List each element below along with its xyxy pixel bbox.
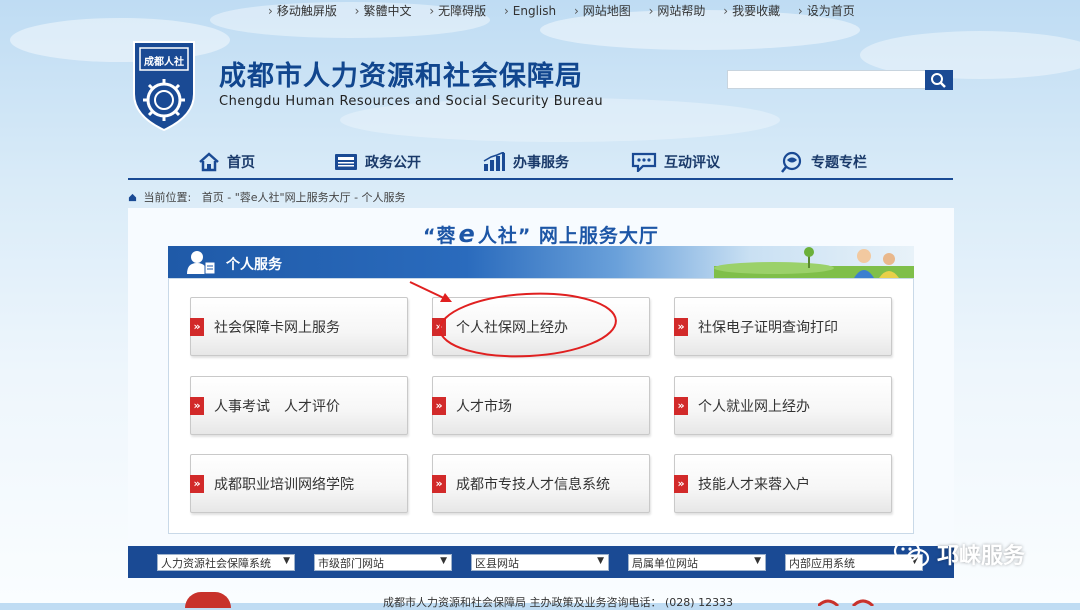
double-chevron-icon: » xyxy=(674,317,688,336)
select-municipal-sites[interactable]: 市级部门网站 ▼ xyxy=(314,554,452,571)
dropdown-arrow-icon: ▼ xyxy=(283,556,290,566)
select-label: 市级部门网站 xyxy=(318,556,384,570)
double-chevron-icon: » xyxy=(190,396,204,415)
hall-title: “蓉e 人社” 网上服务大厅 xyxy=(128,220,954,248)
section-label: 个人服务 xyxy=(226,257,282,273)
dropdown-arrow-icon: ▼ xyxy=(440,556,447,566)
bar-chart-icon xyxy=(483,152,505,171)
service-label: 社会保障卡网上服务 xyxy=(214,319,340,336)
service-label: 人事考试 人才评价 xyxy=(214,398,340,415)
search-button[interactable] xyxy=(925,70,953,90)
link-mobile[interactable]: 移动触屏版 xyxy=(277,4,337,18)
nav-interaction[interactable]: 互动评议 xyxy=(631,151,720,173)
nav-topics[interactable]: 专题专栏 xyxy=(780,151,867,173)
double-chevron-icon: » xyxy=(190,474,204,493)
double-chevron-icon: » xyxy=(432,396,446,415)
nav-topics-label: 专题专栏 xyxy=(811,155,867,171)
newspaper-icon xyxy=(335,154,357,170)
service-label: 人才市场 xyxy=(456,398,512,415)
search-input[interactable] xyxy=(727,70,927,89)
breadcrumb-hall[interactable]: "蓉e人社"网上服务大厅 xyxy=(235,191,351,204)
search-icon xyxy=(931,73,946,88)
select-affiliated-sites[interactable]: 局属单位网站 ▼ xyxy=(628,554,766,571)
wechat-icon xyxy=(893,539,930,568)
top-links-bar: › 移动触屏版 › 繁體中文 › 无障碍版 › English › 网站地图 › 网站帮助 … xyxy=(268,4,855,18)
link-set-homepage[interactable]: 设为首页 xyxy=(807,4,855,18)
service-personal-insurance[interactable]: » 个人社保网上经办 xyxy=(432,297,650,356)
nav-interaction-label: 互动评议 xyxy=(664,155,720,171)
breadcrumb-sep: - xyxy=(350,191,362,204)
double-chevron-icon: » xyxy=(674,474,688,493)
wechat-watermark: 邛崃服务 xyxy=(893,538,1025,570)
link-sitemap[interactable]: 网站地图 xyxy=(583,4,631,18)
link-bookmark[interactable]: 我要收藏 xyxy=(732,4,780,18)
search-globe-icon xyxy=(781,151,802,173)
breadcrumb-prefix: 当前位置: xyxy=(143,191,192,204)
select-label: 人力资源社会保障系统 xyxy=(161,556,271,570)
select-hr-system[interactable]: 人力资源社会保障系统 ▼ xyxy=(157,554,295,571)
home-icon xyxy=(199,152,219,172)
hall-title-right: 人社” 网上服务大厅 xyxy=(477,225,659,247)
site-title: 成都市人力资源和社会保障局 xyxy=(219,61,583,92)
service-label: 社保电子证明查询打印 xyxy=(698,319,838,336)
service-label: 技能人才来蓉入户 xyxy=(698,476,810,493)
nav-home-label: 首页 xyxy=(227,155,255,171)
select-label: 局属单位网站 xyxy=(632,556,698,570)
watermark-text: 邛崃服务 xyxy=(937,544,1026,569)
service-vocational-training[interactable]: » 成都职业培训网络学院 xyxy=(190,454,408,513)
main-nav: 首页 政务公开 办事服务 互动评议 专题专栏 xyxy=(128,146,953,180)
service-hall-panel: “蓉e 人社” 网上服务大厅 个人服务 » 社会保障卡网上服务 » 个人社保网上… xyxy=(128,208,954,546)
footer-red-graphic xyxy=(818,599,875,606)
services-grid: » 社会保障卡网上服务 » 个人社保网上经办 » 社保电子证明查询打印 » 人事… xyxy=(168,278,914,534)
hall-title-e: e xyxy=(458,220,476,248)
double-chevron-icon: » xyxy=(190,317,204,336)
service-personnel-exam[interactable]: » 人事考试 人才评价 xyxy=(190,376,408,435)
search-box xyxy=(727,70,953,90)
nav-services[interactable]: 办事服务 xyxy=(482,151,569,173)
select-label: 区县网站 xyxy=(475,556,519,570)
service-label: 个人就业网上经办 xyxy=(698,398,810,415)
select-county-sites[interactable]: 区县网站 ▼ xyxy=(471,554,609,571)
nav-gov-affairs[interactable]: 政务公开 xyxy=(334,151,421,173)
nav-home[interactable]: 首页 xyxy=(198,151,255,173)
breadcrumb-sep: - xyxy=(223,191,235,204)
dropdown-arrow-icon: ▼ xyxy=(597,556,604,566)
double-chevron-icon: » xyxy=(432,474,446,493)
link-accessible[interactable]: 无障碍版 xyxy=(438,4,486,18)
service-employment[interactable]: » 个人就业网上经办 xyxy=(674,376,892,435)
related-sites-bar: 人力资源社会保障系统 ▼ 市级部门网站 ▼ 区县网站 ▼ 局属单位网站 ▼ 内部应用系统… xyxy=(128,546,954,578)
personal-service-header: 个人服务 xyxy=(168,246,914,278)
nav-services-label: 办事服务 xyxy=(513,155,569,171)
svg-text:成都人社: 成都人社 xyxy=(144,55,184,68)
footer-text: 成都市人力资源和社会保障局 主办政策及业务咨询电话： (028) 12333 xyxy=(383,596,734,609)
home-small-icon xyxy=(128,193,137,202)
service-label: 个人社保网上经办 xyxy=(456,319,568,336)
service-label: 成都市专技人才信息系统 xyxy=(456,476,610,493)
service-professional-talent[interactable]: » 成都市专技人才信息系统 xyxy=(432,454,650,513)
bureau-logo[interactable]: 成都人社 xyxy=(128,36,200,136)
footer-emblem xyxy=(185,592,231,608)
nav-gov-affairs-label: 政务公开 xyxy=(365,155,421,171)
link-english[interactable]: English xyxy=(513,4,556,18)
double-chevron-icon: » xyxy=(674,396,688,415)
breadcrumb-current: 个人服务 xyxy=(361,191,406,204)
banner-scenery xyxy=(714,247,914,278)
service-social-card[interactable]: » 社会保障卡网上服务 xyxy=(190,297,408,356)
select-label: 内部应用系统 xyxy=(789,556,855,570)
person-icon xyxy=(187,251,216,275)
chat-icon xyxy=(631,152,657,172)
breadcrumb: 当前位置: 首页 - "蓉e人社"网上服务大厅 - 个人服务 xyxy=(128,189,406,205)
breadcrumb-home[interactable]: 首页 xyxy=(202,191,224,204)
service-skilled-talent-settlement[interactable]: » 技能人才来蓉入户 xyxy=(674,454,892,513)
service-e-certificate[interactable]: » 社保电子证明查询打印 xyxy=(674,297,892,356)
service-label: 成都职业培训网络学院 xyxy=(214,476,354,493)
service-talent-market[interactable]: » 人才市场 xyxy=(432,376,650,435)
double-chevron-icon: » xyxy=(432,317,446,336)
hall-title-left: “蓉 xyxy=(423,225,457,247)
link-traditional-chinese[interactable]: 繁體中文 xyxy=(363,4,411,18)
link-help[interactable]: 网站帮助 xyxy=(657,4,705,18)
site-subtitle: Chengdu Human Resources and Social Secur… xyxy=(219,94,604,109)
dropdown-arrow-icon: ▼ xyxy=(754,556,761,566)
